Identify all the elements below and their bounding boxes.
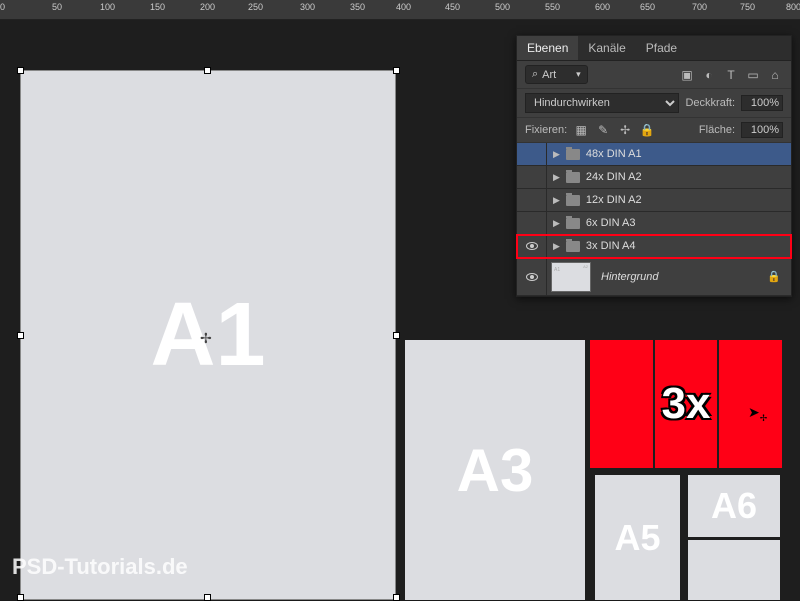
- selection-handle[interactable]: [393, 67, 400, 74]
- transform-center-icon[interactable]: ✢: [200, 330, 212, 347]
- layer-row[interactable]: ▶ 24x DIN A2: [517, 166, 791, 189]
- cursor-move-icon: ➤✢: [748, 404, 767, 424]
- layer-name: 24x DIN A2: [586, 171, 642, 183]
- tab-channels[interactable]: Kanäle: [578, 36, 635, 60]
- paper-a3: A3: [405, 340, 585, 600]
- paper-a5-label: A5: [614, 517, 660, 559]
- paper-a6-lower: [688, 540, 780, 600]
- folder-icon: [566, 149, 580, 160]
- visibility-toggle[interactable]: [517, 189, 547, 211]
- fill-input[interactable]: [741, 122, 783, 138]
- lock-icon: 🔒: [767, 270, 781, 283]
- paper-a5: A5: [595, 475, 680, 600]
- disclosure-icon[interactable]: ▶: [553, 218, 560, 229]
- selection-handle[interactable]: [204, 67, 211, 74]
- lock-position-icon[interactable]: ✢: [617, 122, 633, 138]
- folder-icon: [566, 195, 580, 206]
- layer-row[interactable]: ▶ 12x DIN A2: [517, 189, 791, 212]
- blend-row: Hindurchwirken Deckkraft:: [517, 89, 791, 118]
- folder-icon: [566, 172, 580, 183]
- layer-thumbnail: A1 A2: [551, 262, 591, 292]
- filter-kind-input[interactable]: [542, 69, 572, 81]
- lock-all-icon[interactable]: 🔒: [639, 122, 655, 138]
- filter-smart-icon[interactable]: ⌂: [767, 67, 783, 83]
- visibility-toggle[interactable]: [517, 143, 547, 165]
- eye-icon: [526, 273, 538, 281]
- selection-handle[interactable]: [393, 332, 400, 339]
- disclosure-icon[interactable]: ▶: [553, 172, 560, 183]
- layer-name: 12x DIN A2: [586, 194, 642, 206]
- fill-label: Fläche:: [699, 124, 735, 136]
- folder-icon: [566, 241, 580, 252]
- filter-image-icon[interactable]: ▣: [679, 67, 695, 83]
- layer-name: 48x DIN A1: [586, 148, 642, 160]
- filter-shape-icon[interactable]: ▭: [745, 67, 761, 83]
- background-layer-row[interactable]: A1 A2 Hintergrund 🔒: [517, 258, 791, 296]
- visibility-toggle[interactable]: [517, 212, 547, 234]
- filter-row: ⌕ ▾ ▣ ◐ T ▭ ⌂: [517, 61, 791, 89]
- visibility-toggle[interactable]: [517, 235, 547, 257]
- layer-row[interactable]: ▶ 6x DIN A3: [517, 212, 791, 235]
- layer-name: 6x DIN A3: [586, 217, 636, 229]
- search-icon: ⌕: [532, 68, 538, 81]
- filter-adjust-icon[interactable]: ◐: [701, 67, 717, 83]
- layer-row[interactable]: ▶ 48x DIN A1: [517, 143, 791, 166]
- layers-panel: Ebenen Kanäle Pfade ⌕ ▾ ▣ ◐ T ▭ ⌂ Hindur…: [516, 35, 792, 297]
- dropdown-icon[interactable]: ▾: [576, 69, 581, 80]
- opacity-input[interactable]: [741, 95, 783, 111]
- filter-type-icon[interactable]: T: [723, 67, 739, 83]
- lock-row: Fixieren: ▦ ✎ ✢ 🔒 Fläche:: [517, 118, 791, 143]
- visibility-toggle[interactable]: [517, 166, 547, 188]
- selection-handle[interactable]: [17, 332, 24, 339]
- layer-row[interactable]: ▶ 3x DIN A4: [517, 235, 791, 258]
- selection-handle[interactable]: [17, 67, 24, 74]
- panel-tabs: Ebenen Kanäle Pfade: [517, 36, 791, 61]
- tab-paths[interactable]: Pfade: [636, 36, 687, 60]
- layer-name: 3x DIN A4: [586, 240, 636, 252]
- disclosure-icon[interactable]: ▶: [553, 195, 560, 206]
- paper-a6-label: A6: [711, 485, 757, 527]
- tab-layers[interactable]: Ebenen: [517, 36, 578, 60]
- visibility-toggle[interactable]: [517, 258, 547, 295]
- red-panel: [590, 340, 653, 468]
- watermark-text: PSD-Tutorials.de: [12, 554, 188, 580]
- eye-icon: [526, 242, 538, 250]
- background-layer-name: Hintergrund: [601, 271, 658, 283]
- disclosure-icon[interactable]: ▶: [553, 241, 560, 252]
- paper-a3-label: A3: [457, 436, 534, 505]
- paper-a6: A6: [688, 475, 780, 537]
- lock-label: Fixieren:: [525, 124, 567, 136]
- red-3x-label: 3x: [662, 379, 711, 429]
- lock-brush-icon[interactable]: ✎: [595, 122, 611, 138]
- horizontal-ruler: 0 50 100 150 200 250 300 350 400 450 500…: [0, 0, 800, 20]
- layer-list: ▶ 48x DIN A1 ▶ 24x DIN A2 ▶ 12x DIN A2: [517, 143, 791, 296]
- disclosure-icon[interactable]: ▶: [553, 149, 560, 160]
- blend-mode-select[interactable]: Hindurchwirken: [525, 93, 679, 113]
- lock-pixels-icon[interactable]: ▦: [573, 122, 589, 138]
- layer-filter[interactable]: ⌕ ▾: [525, 65, 588, 84]
- folder-icon: [566, 218, 580, 229]
- opacity-label: Deckkraft:: [685, 97, 735, 109]
